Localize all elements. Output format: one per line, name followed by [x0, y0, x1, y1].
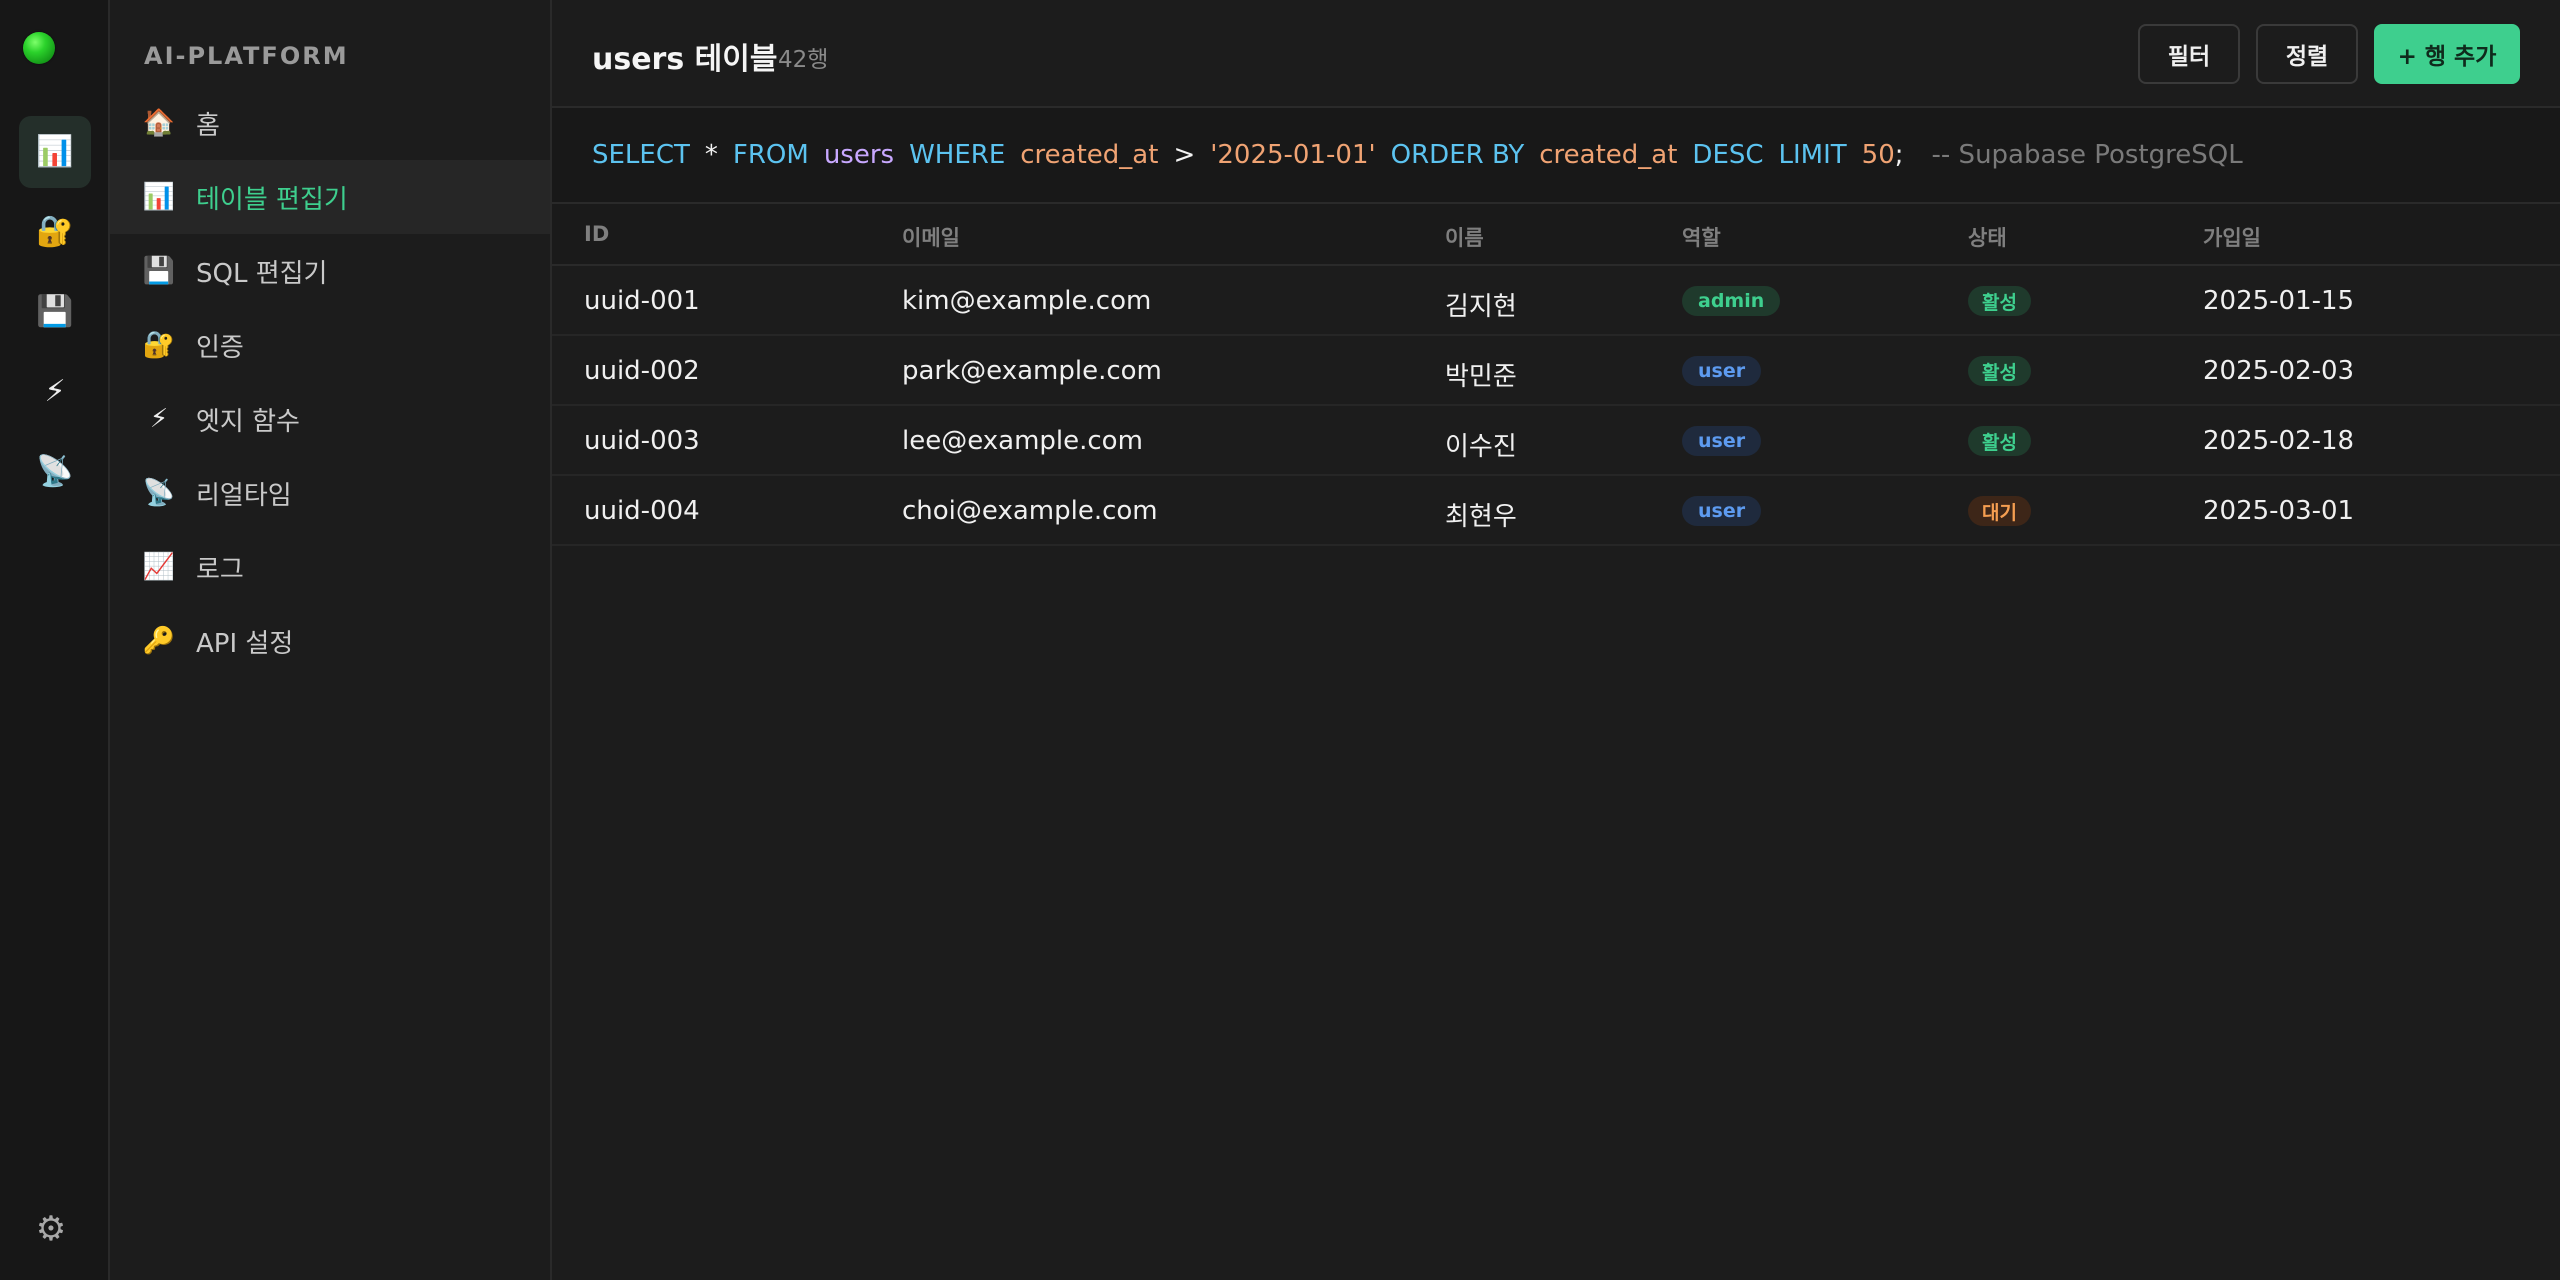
column-header-status[interactable]: 상태 [1968, 222, 2007, 252]
table-icon: 📊 [142, 182, 176, 212]
sidebar-item-auth[interactable]: 🔐 인증 [110, 308, 550, 382]
page-title: users 테이블 [592, 42, 778, 77]
filter-button[interactable]: 필터 [2138, 24, 2240, 84]
sql-token: WHERE [909, 140, 1006, 170]
sidebar-item-label: 로그 [196, 554, 244, 585]
sidebar-item-sql-editor[interactable]: 💾 SQL 편집기 [110, 234, 550, 308]
sidebar-item-table-editor[interactable]: 📊 테이블 편집기 [110, 160, 550, 234]
column-header-id[interactable]: ID [584, 222, 609, 246]
cell-name: 이수진 [1445, 432, 1517, 462]
main-panel: users 테이블 42행 필터 정렬 + 행 추가 SELECT * FROM… [552, 0, 2560, 1280]
rail-table-button[interactable]: 📊 [19, 116, 91, 188]
settings-gear-icon[interactable]: ⚙ [30, 1208, 72, 1250]
table-header-row: ID 이메일 이름 역할 상태 가입일 [552, 204, 2560, 266]
sql-token: DESC [1692, 140, 1764, 170]
column-header-joined[interactable]: 가입일 [2203, 222, 2261, 252]
table-row[interactable]: uuid-001 kim@example.com 김지현 admin 활성 20… [552, 266, 2560, 336]
sidebar-item-edge-functions[interactable]: ⚡ 엣지 함수 [110, 382, 550, 456]
sql-token: LIMIT [1778, 140, 1847, 170]
role-badge: admin [1682, 286, 1781, 316]
sql-token: SELECT [592, 140, 690, 170]
column-header-name[interactable]: 이름 [1445, 222, 1484, 252]
role-badge: user [1682, 356, 1762, 386]
data-table: ID 이메일 이름 역할 상태 가입일 uuid-001 kim@example… [552, 204, 2560, 546]
cell-name: 김지현 [1445, 292, 1517, 322]
role-badge: user [1682, 426, 1762, 456]
sidebar-item-label: 리얼타임 [196, 480, 292, 511]
sql-token: * [704, 140, 718, 170]
status-badge: 활성 [1968, 356, 2031, 386]
sql-token: '2025-01-01' [1210, 140, 1376, 170]
table-icon: 📊 [36, 134, 74, 169]
sql-token: ORDER BY [1390, 140, 1525, 170]
sql-token: FROM [732, 140, 809, 170]
sidebar: AI-PLATFORM 🏠 홈 📊 테이블 편집기 💾 SQL 편집기 🔐 인증… [110, 0, 552, 1280]
cell-name: 박민준 [1445, 362, 1517, 392]
sidebar-item-label: 인증 [196, 332, 244, 363]
table-row[interactable]: uuid-004 choi@example.com 최현우 user 대기 20… [552, 476, 2560, 546]
sidebar-item-label: 테이블 편집기 [196, 184, 348, 215]
cell-id: uuid-004 [584, 496, 700, 526]
home-icon: 🏠 [142, 108, 176, 138]
cell-email: choi@example.com [902, 496, 1158, 526]
sql-comment: -- Supabase PostgreSQL [1931, 140, 2243, 170]
rail-auth-button[interactable]: 🔐 [19, 196, 91, 268]
sort-button[interactable]: 정렬 [2256, 24, 2358, 84]
sql-token: created_at [1539, 140, 1678, 170]
sql-query-bar[interactable]: SELECT * FROM users WHERE created_at > '… [552, 108, 2560, 204]
logo-dot-icon [23, 32, 55, 64]
cell-email: park@example.com [902, 356, 1162, 386]
cell-joined: 2025-01-15 [2203, 286, 2355, 316]
sql-token: ; [1894, 140, 1904, 170]
column-header-role[interactable]: 역할 [1682, 222, 1721, 252]
disk-icon: 💾 [142, 256, 176, 286]
row-count: 42행 [778, 47, 829, 73]
lightning-icon: ⚡ [44, 374, 66, 409]
sql-token: > [1173, 140, 1196, 170]
add-row-button[interactable]: + 행 추가 [2374, 24, 2520, 84]
sidebar-item-home[interactable]: 🏠 홈 [110, 86, 550, 160]
lightning-icon: ⚡ [149, 404, 169, 434]
sidebar-item-label: 엣지 함수 [196, 406, 300, 437]
table-row[interactable]: uuid-002 park@example.com 박민준 user 활성 20… [552, 336, 2560, 406]
lock-icon: 🔐 [142, 330, 176, 360]
sidebar-item-api-settings[interactable]: 🔑 API 설정 [110, 604, 550, 678]
key-icon: 🔑 [142, 626, 176, 656]
rail-sql-button[interactable]: 💾 [19, 276, 91, 348]
column-header-email[interactable]: 이메일 [902, 222, 960, 252]
satellite-icon: 📡 [142, 478, 176, 508]
cell-id: uuid-003 [584, 426, 700, 456]
cell-email: kim@example.com [902, 286, 1152, 316]
cell-name: 최현우 [1445, 502, 1517, 532]
brand-title: AI-PLATFORM [144, 42, 349, 70]
sql-token: users [823, 140, 895, 170]
sidebar-item-label: API 설정 [196, 628, 294, 659]
lock-icon: 🔐 [36, 214, 74, 249]
chart-icon: 📈 [142, 552, 176, 582]
cell-joined: 2025-03-01 [2203, 496, 2355, 526]
status-badge: 활성 [1968, 286, 2031, 316]
status-badge: 대기 [1968, 496, 2031, 526]
rail-realtime-button[interactable]: 📡 [19, 436, 91, 508]
sql-token: 50 [1861, 140, 1895, 170]
sidebar-item-logs[interactable]: 📈 로그 [110, 530, 550, 604]
disk-icon: 💾 [36, 294, 74, 329]
sql-token: created_at [1020, 140, 1159, 170]
sidebar-item-label: SQL 편집기 [196, 258, 328, 289]
rail-functions-button[interactable]: ⚡ [19, 356, 91, 428]
icon-rail: 📊 🔐 💾 ⚡ 📡 ⚙ [0, 0, 110, 1280]
cell-joined: 2025-02-18 [2203, 426, 2355, 456]
table-header: users 테이블 42행 필터 정렬 + 행 추가 [552, 0, 2560, 108]
table-row[interactable]: uuid-003 lee@example.com 이수진 user 활성 202… [552, 406, 2560, 476]
status-badge: 활성 [1968, 426, 2031, 456]
satellite-icon: 📡 [36, 454, 74, 489]
sidebar-item-label: 홈 [196, 110, 220, 141]
cell-id: uuid-002 [584, 356, 700, 386]
cell-id: uuid-001 [584, 286, 700, 316]
sidebar-item-realtime[interactable]: 📡 리얼타임 [110, 456, 550, 530]
cell-email: lee@example.com [902, 426, 1143, 456]
role-badge: user [1682, 496, 1762, 526]
cell-joined: 2025-02-03 [2203, 356, 2355, 386]
